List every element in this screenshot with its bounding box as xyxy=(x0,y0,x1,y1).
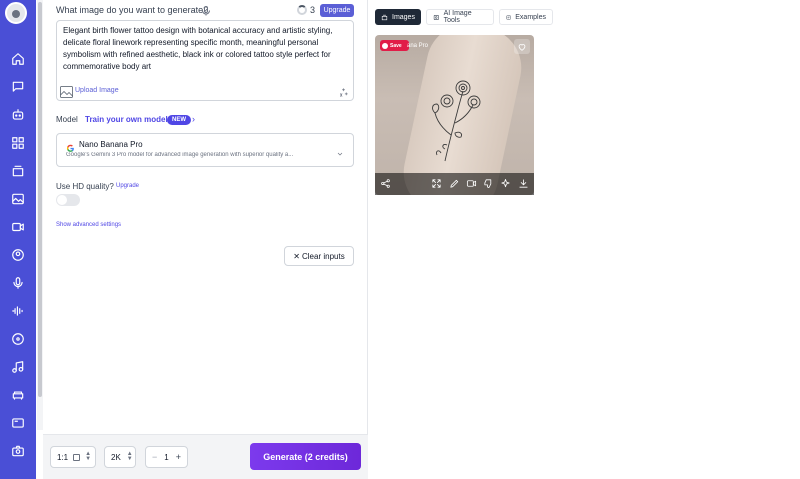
tools-icon xyxy=(433,14,439,20)
clear-inputs-label: Clear inputs xyxy=(302,251,345,261)
edit-icon[interactable] xyxy=(448,177,461,190)
share-icon[interactable] xyxy=(379,177,392,190)
pinterest-save-button[interactable]: Save xyxy=(380,40,409,51)
sidebar xyxy=(0,0,36,479)
aspect-ratio-select[interactable]: 1:1 ▲ ▼ xyxy=(50,446,96,468)
sparkles-icon[interactable] xyxy=(499,177,512,190)
tab-images-label: Images xyxy=(392,13,415,21)
clear-inputs-button[interactable]: ✕ Clear inputs xyxy=(284,246,354,266)
tab-examples-label: Examples xyxy=(515,13,546,21)
microphone-icon[interactable] xyxy=(200,4,212,16)
robot-icon[interactable] xyxy=(9,106,27,124)
chat-icon[interactable] xyxy=(9,78,27,96)
images-icon xyxy=(381,14,388,20)
tab-examples[interactable]: Examples xyxy=(499,9,553,25)
advanced-settings-link[interactable]: Show advanced settings xyxy=(56,222,121,228)
enhance-prompt-icon[interactable] xyxy=(338,85,349,97)
aspect-ratio-value: 1:1 xyxy=(57,452,69,462)
upload-image-link[interactable]: Upload Image xyxy=(75,87,119,94)
new-badge: NEW xyxy=(167,115,191,125)
tab-ai-image-tools[interactable]: AI Image Tools xyxy=(426,9,494,25)
apps-icon[interactable] xyxy=(9,134,27,152)
loading-spinner-icon xyxy=(297,5,307,15)
home-icon[interactable] xyxy=(9,50,27,68)
thumbs-down-icon[interactable] xyxy=(482,177,495,190)
app: What image do you want to generate? 3 Up… xyxy=(0,0,800,479)
generate-button[interactable]: Generate (2 credits) xyxy=(250,443,361,470)
tattoo-drawing xyxy=(432,80,481,162)
waveform-icon[interactable] xyxy=(9,302,27,320)
model-description: Google's Gemini 3 Pro model for advanced… xyxy=(66,152,294,158)
pinterest-icon xyxy=(382,42,388,49)
model-select[interactable] xyxy=(56,133,354,167)
scrollbar-thumb[interactable] xyxy=(38,2,42,397)
resolution-select[interactable]: 2K ▲ ▼ xyxy=(104,446,136,468)
tab-images[interactable]: Images xyxy=(375,9,421,25)
video-icon[interactable] xyxy=(9,218,27,236)
expand-icon[interactable] xyxy=(430,177,443,190)
tab-ai-image-tools-label: AI Image Tools xyxy=(443,10,472,24)
generated-image[interactable] xyxy=(375,35,534,195)
user-icon[interactable] xyxy=(9,246,27,264)
upgrade-button[interactable]: Upgrade xyxy=(320,4,354,17)
credits-count: 3 xyxy=(310,5,316,15)
music-icon[interactable] xyxy=(9,358,27,376)
close-icon: ✕ xyxy=(293,251,300,261)
video-icon[interactable] xyxy=(465,177,478,190)
decrement-button[interactable]: − xyxy=(152,452,157,462)
heart-icon xyxy=(518,43,526,51)
image-watermark: ana Pro xyxy=(407,43,429,49)
chevron-down-icon[interactable] xyxy=(336,145,344,156)
model-name: Nano Banana Pro xyxy=(79,140,143,149)
square-icon xyxy=(73,453,81,461)
google-icon xyxy=(66,140,75,152)
prompt-question: What image do you want to generate? xyxy=(56,5,209,15)
upload-image-icon[interactable] xyxy=(60,85,73,98)
hd-quality-toggle[interactable] xyxy=(56,194,80,206)
increment-button[interactable]: + xyxy=(176,452,181,462)
hd-quality-label: Use HD quality? xyxy=(56,182,114,191)
up-down-icon: ▲ ▼ xyxy=(126,451,133,462)
layers-icon[interactable] xyxy=(9,162,27,180)
model-label: Model xyxy=(56,115,78,124)
chevron-right-icon[interactable]: › xyxy=(192,114,195,124)
download-icon[interactable] xyxy=(517,177,530,190)
disc-icon[interactable] xyxy=(9,330,27,348)
image-count-stepper[interactable]: − 1 + xyxy=(145,446,188,468)
image-icon[interactable] xyxy=(9,190,27,208)
examples-icon xyxy=(506,15,511,19)
sofa-icon[interactable] xyxy=(9,386,27,404)
prompt-text[interactable]: Elegant birth flower tattoo design with … xyxy=(63,25,349,73)
gallery-icon[interactable] xyxy=(9,414,27,432)
train-model-link[interactable]: Train your own model xyxy=(85,115,168,124)
favorite-button[interactable] xyxy=(514,39,530,54)
hd-upgrade-link[interactable]: Upgrade xyxy=(116,183,139,189)
image-count-value: 1 xyxy=(164,452,169,462)
microphone-icon[interactable] xyxy=(9,274,27,292)
save-label: Save xyxy=(390,42,402,49)
avatar[interactable] xyxy=(5,2,27,24)
camera-icon[interactable] xyxy=(9,442,27,460)
up-down-icon: ▲ ▼ xyxy=(85,451,92,462)
resolution-value: 2K xyxy=(111,452,121,462)
